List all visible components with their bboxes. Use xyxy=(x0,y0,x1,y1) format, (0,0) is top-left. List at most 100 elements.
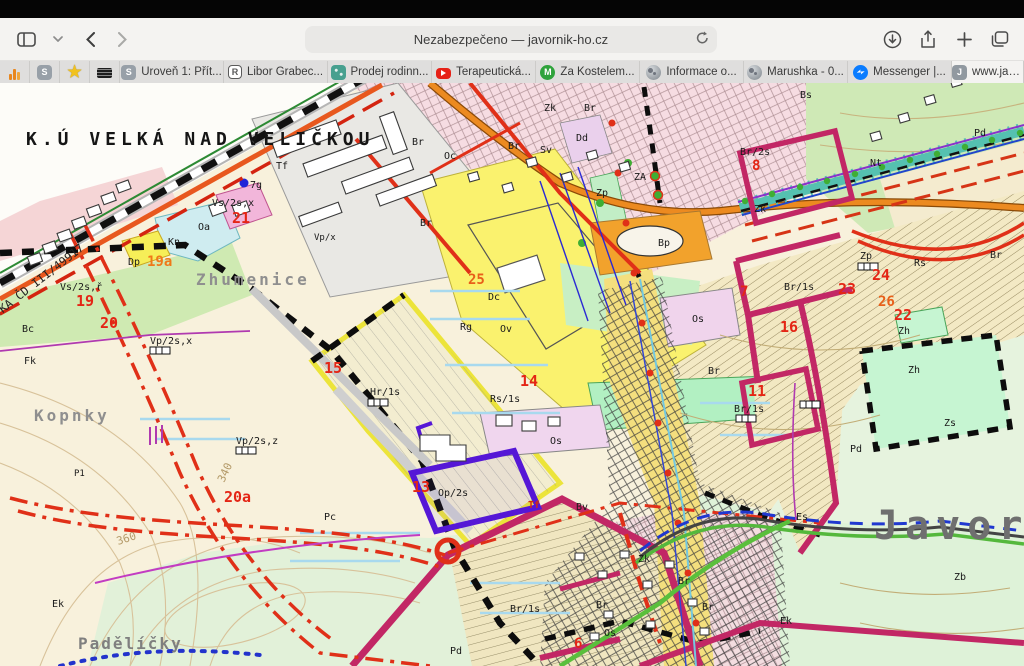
tab-label: Marushka - 0... xyxy=(767,66,844,78)
map-label: Pc xyxy=(324,512,336,523)
r-outline-icon: R xyxy=(228,65,242,79)
pinned-tab-s-badge[interactable]: S xyxy=(30,61,60,83)
forward-button[interactable] xyxy=(108,26,136,52)
map-label: Br xyxy=(678,576,690,587)
map-label: Oc xyxy=(444,151,456,162)
map-label: Br/1s xyxy=(734,404,764,415)
menu-bar-strip xyxy=(0,0,1024,18)
tab-2[interactable]: Prodej rodinn... xyxy=(328,61,432,83)
teal-app-icon xyxy=(331,65,346,80)
tab-1[interactable]: RLibor Grabec... xyxy=(224,61,328,83)
map-label: Zk xyxy=(638,554,650,565)
map-label: Pd xyxy=(974,128,986,139)
map-label: 24 xyxy=(872,266,890,284)
map-label: 7g xyxy=(250,180,262,191)
sidebar-chevron-icon[interactable] xyxy=(44,26,72,52)
tab-4[interactable]: MZa Kostelem... xyxy=(536,61,640,83)
tab-label: Terapeutická... xyxy=(456,66,531,78)
share-button[interactable] xyxy=(914,26,942,52)
back-button[interactable] xyxy=(76,26,104,52)
map-label: 7 xyxy=(740,284,748,300)
map-label: 14 xyxy=(520,372,538,390)
map-label: Op/2s xyxy=(438,488,468,499)
map-label: 13 xyxy=(412,478,430,496)
new-tab-button[interactable] xyxy=(950,26,978,52)
map-label: Fk xyxy=(24,356,36,367)
map-label: Dd xyxy=(576,133,588,144)
tab-6[interactable]: Marushka - 0... xyxy=(744,61,848,83)
map-label: Br xyxy=(420,218,432,229)
map-label: Zh xyxy=(908,365,920,376)
map-label: Kopnky xyxy=(34,406,110,425)
map-label: Padělíčky xyxy=(78,634,183,653)
tab-0[interactable]: SÚroveň 1: Přít... xyxy=(120,61,224,83)
map-label: Os xyxy=(692,314,704,325)
reload-icon[interactable] xyxy=(696,31,709,48)
tab-label: www.javornik... xyxy=(972,66,1023,78)
map-label: Ov xyxy=(500,324,512,335)
map-label: Br xyxy=(702,602,714,613)
map-label: 8 xyxy=(752,158,760,174)
map-label: Vp/x xyxy=(314,233,336,243)
map-label: 16 xyxy=(780,318,798,336)
map-label: Ek xyxy=(52,599,64,610)
map-label: Tf xyxy=(528,500,540,511)
analytics-icon xyxy=(7,65,22,80)
map-label: 19 xyxy=(76,292,94,310)
map-label: Rs xyxy=(914,258,926,269)
map-label: K.Ú VELKÁ NAD VELIČKOU xyxy=(26,128,374,150)
map-label: Br xyxy=(508,141,520,152)
map-label: Zhumenice xyxy=(196,270,310,289)
map-label: Pd xyxy=(450,646,462,657)
map-label: 6 xyxy=(574,636,582,652)
map-label: Os xyxy=(604,628,616,639)
j-badge-icon: J xyxy=(952,65,967,80)
tab-5[interactable]: Informace o... xyxy=(640,61,744,83)
map-label: Bv xyxy=(576,502,588,513)
tab-3[interactable]: Terapeutická... xyxy=(432,61,536,83)
map-label: Br xyxy=(990,250,1002,261)
tab-label: Úroveň 1: Přít... xyxy=(141,66,222,78)
map-label: Es xyxy=(796,512,808,523)
downloads-button[interactable] xyxy=(878,26,906,52)
map-label: ZA xyxy=(634,172,646,183)
map-viewport[interactable]: K.Ú VELKÁ NAD VELIČKOUZASTÁVKA ČD III/49… xyxy=(0,83,1024,666)
map-label: 25 xyxy=(468,272,485,288)
map-label: Zk xyxy=(544,103,556,114)
tab-overview-button[interactable] xyxy=(986,26,1014,52)
map-label: Os xyxy=(550,436,562,447)
map-label: Javorni xyxy=(874,503,1024,549)
map-label: Br/1s xyxy=(510,604,540,615)
map-label: P1 xyxy=(74,469,85,479)
map-label: Kn xyxy=(168,237,180,248)
map-label: Br xyxy=(708,366,720,377)
pinned-tab-print[interactable] xyxy=(90,61,120,83)
map-label: Ek xyxy=(780,616,792,627)
pinned-tab-star[interactable]: ★ xyxy=(60,61,90,83)
map-label: Bc xyxy=(22,324,34,335)
map-label: Hr/1s xyxy=(370,387,400,398)
map-label: Vp/2s,x xyxy=(150,336,192,347)
map-label: Zp xyxy=(596,188,608,199)
map-label: Dc xyxy=(488,292,500,303)
map-label: Pd xyxy=(850,444,862,455)
tab-7[interactable]: Messenger |... xyxy=(848,61,952,83)
map-label: 19a xyxy=(147,254,172,270)
map-label: Zp xyxy=(860,251,872,262)
map-label: Rg xyxy=(460,322,472,333)
pinned-tab-analytics[interactable] xyxy=(0,61,30,83)
map-label: Vs/2s,x xyxy=(212,198,254,209)
tab-label: Messenger |... xyxy=(873,66,946,78)
map-label: Bs xyxy=(800,90,812,101)
map-label: 15 xyxy=(324,359,342,377)
address-bar[interactable]: Nezabezpečeno — javornik-ho.cz xyxy=(305,26,717,53)
browser-window: Nezabezpečeno — javornik-ho.cz S ★ SÚroveň… xyxy=(0,0,1024,666)
star-icon: ★ xyxy=(67,65,82,80)
tab-label: Za Kostelem... xyxy=(560,66,634,78)
messenger-icon xyxy=(853,65,868,80)
map-label: Zk xyxy=(754,204,766,215)
sidebar-toggle-button[interactable] xyxy=(12,26,40,52)
map-label: Dp xyxy=(128,257,140,268)
tab-8[interactable]: Jwww.javornik... xyxy=(952,61,1024,83)
zoning-map: K.Ú VELKÁ NAD VELIČKOUZASTÁVKA ČD III/49… xyxy=(0,83,1024,666)
